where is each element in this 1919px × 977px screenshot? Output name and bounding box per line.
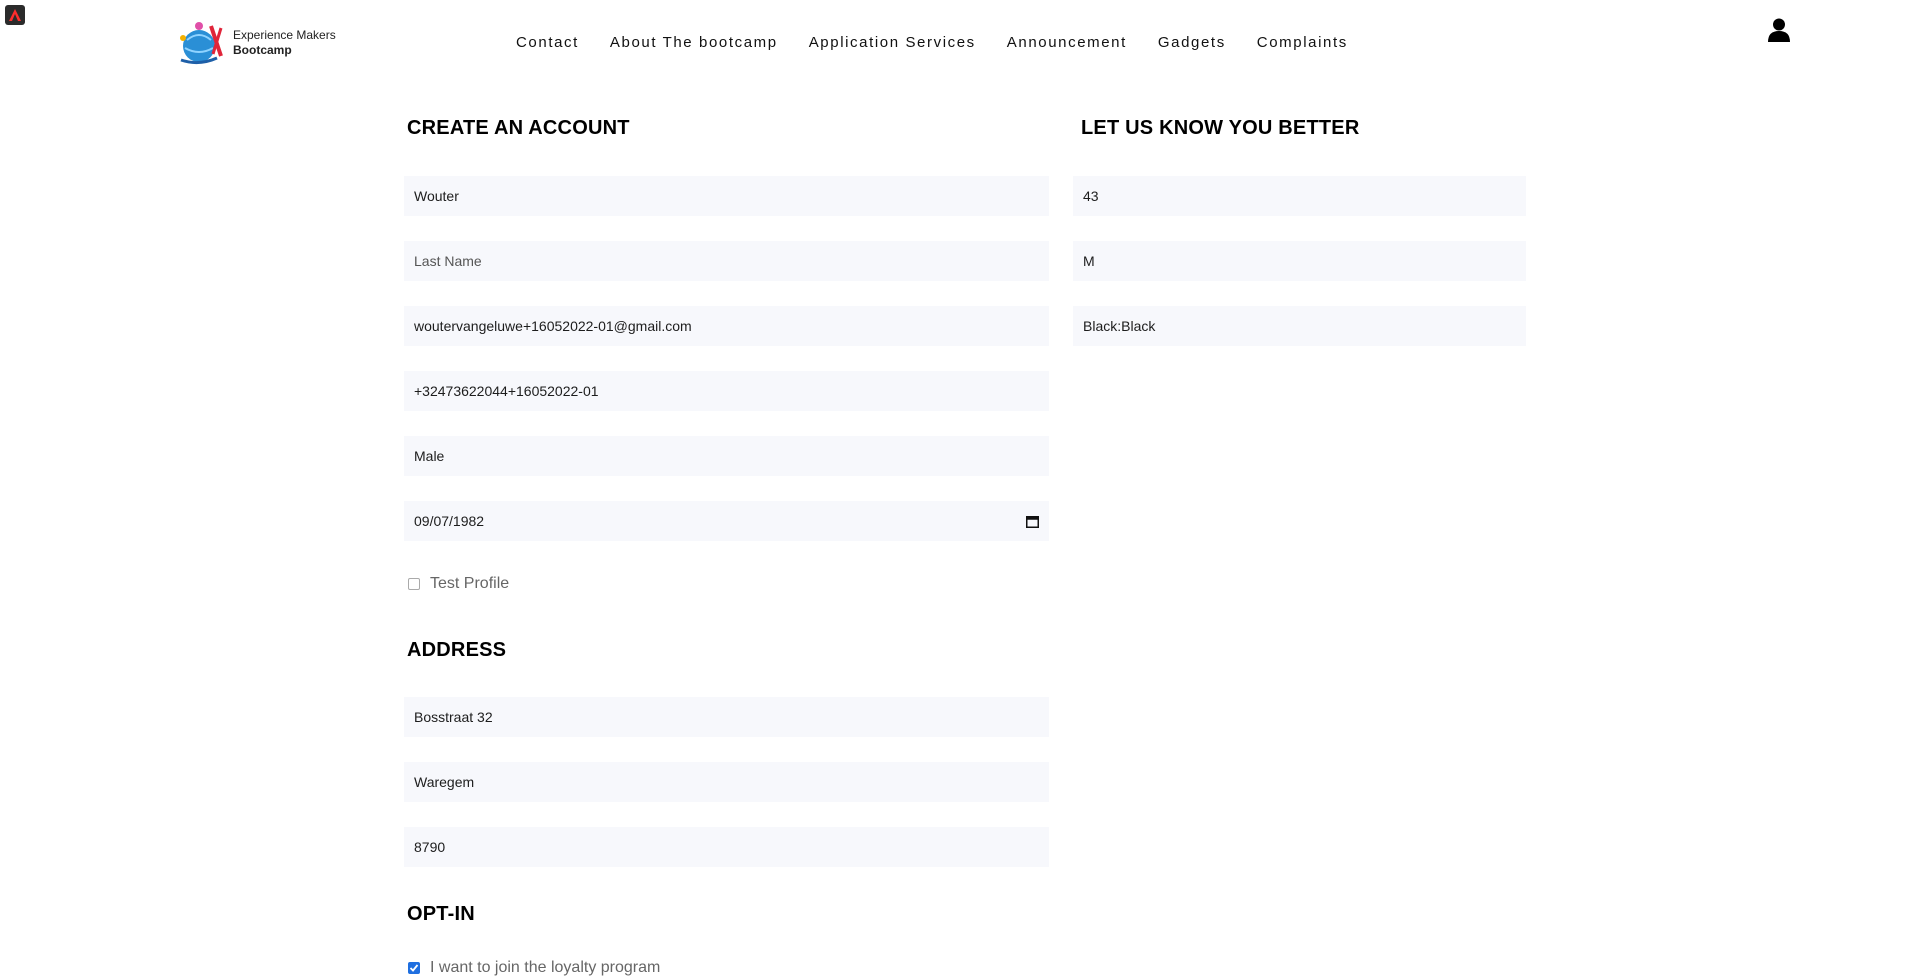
nav-gadgets[interactable]: Gadgets [1158, 34, 1226, 51]
loyalty-label: I want to join the loyalty program [430, 959, 661, 976]
first-name-field[interactable] [404, 176, 1049, 216]
globe-logo-icon [180, 22, 223, 65]
birthdate-field[interactable]: 09/07/1982 [404, 501, 1049, 541]
nav-complaints[interactable]: Complaints [1257, 34, 1348, 51]
test-profile-option[interactable]: Test Profile [408, 575, 509, 593]
email-field[interactable] [404, 306, 1049, 346]
loyalty-checkbox[interactable] [408, 962, 420, 974]
site-header: Experience Makers Bootcamp Contact About… [0, 0, 1919, 90]
last-name-field[interactable] [404, 241, 1049, 281]
brand-logo[interactable]: Experience Makers Bootcamp [177, 20, 336, 66]
size-field[interactable] [1073, 241, 1526, 281]
address-heading: ADDRESS [407, 639, 507, 661]
brand-name: Experience Makers Bootcamp [233, 28, 336, 58]
know-you-better-heading: LET US KNOW YOU BETTER [1081, 117, 1360, 139]
brand-line-1: Experience Makers [233, 28, 336, 42]
calendar-icon[interactable] [1026, 515, 1039, 528]
color-field[interactable] [1073, 306, 1526, 346]
nav-about-bootcamp[interactable]: About The bootcamp [610, 34, 778, 51]
phone-field[interactable] [404, 371, 1049, 411]
city-field[interactable] [404, 762, 1049, 802]
create-account-heading: CREATE AN ACCOUNT [407, 117, 630, 139]
test-profile-label: Test Profile [430, 575, 510, 592]
postal-code-field[interactable] [404, 827, 1049, 867]
nav-announcement[interactable]: Announcement [1007, 34, 1127, 51]
street-field[interactable] [404, 697, 1049, 737]
birthdate-value: 09/07/1982 [414, 513, 485, 529]
user-icon [1768, 18, 1790, 42]
nav-application-services[interactable]: Application Services [809, 34, 976, 51]
test-profile-checkbox[interactable] [408, 578, 420, 590]
main-nav: Contact About The bootcamp Application S… [516, 34, 1379, 51]
check-icon [409, 964, 419, 972]
loyalty-option[interactable]: I want to join the loyalty program [408, 959, 660, 977]
brand-line-2: Bootcamp [233, 43, 292, 57]
age-field[interactable] [1073, 176, 1526, 216]
user-account-button[interactable] [1768, 18, 1790, 47]
optin-heading: OPT-IN [407, 903, 475, 925]
nav-contact[interactable]: Contact [516, 34, 579, 51]
gender-field[interactable] [404, 436, 1049, 476]
